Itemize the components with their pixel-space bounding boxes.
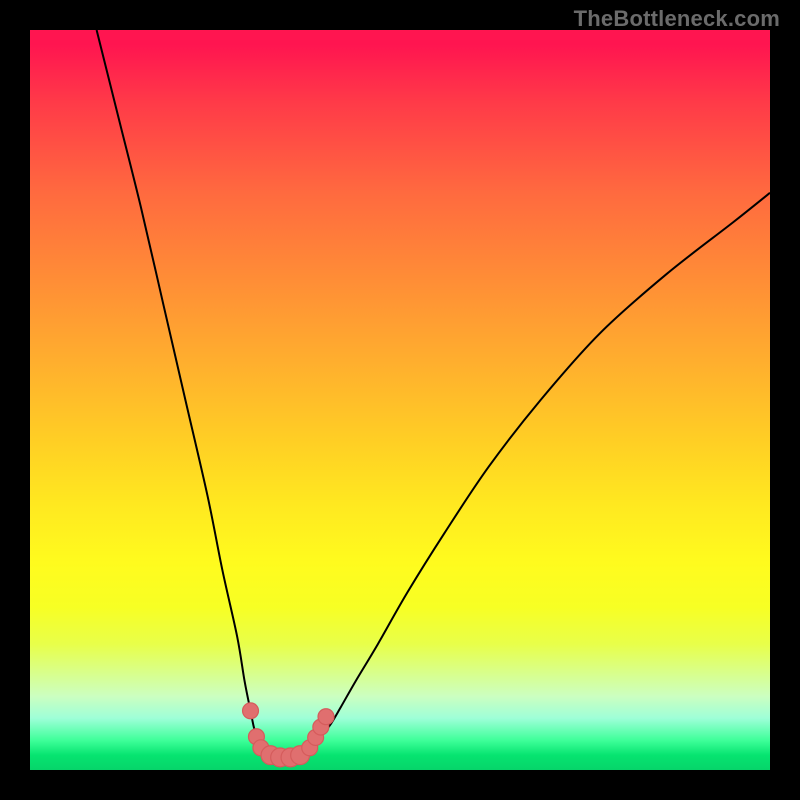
curve-left-branch: [97, 30, 267, 754]
data-marker: [243, 703, 259, 719]
data-marker: [318, 709, 334, 725]
watermark-text: TheBottleneck.com: [574, 6, 780, 32]
marker-group: [243, 703, 334, 767]
chart-svg-overlay: [30, 30, 770, 770]
curve-right-branch: [304, 193, 770, 754]
